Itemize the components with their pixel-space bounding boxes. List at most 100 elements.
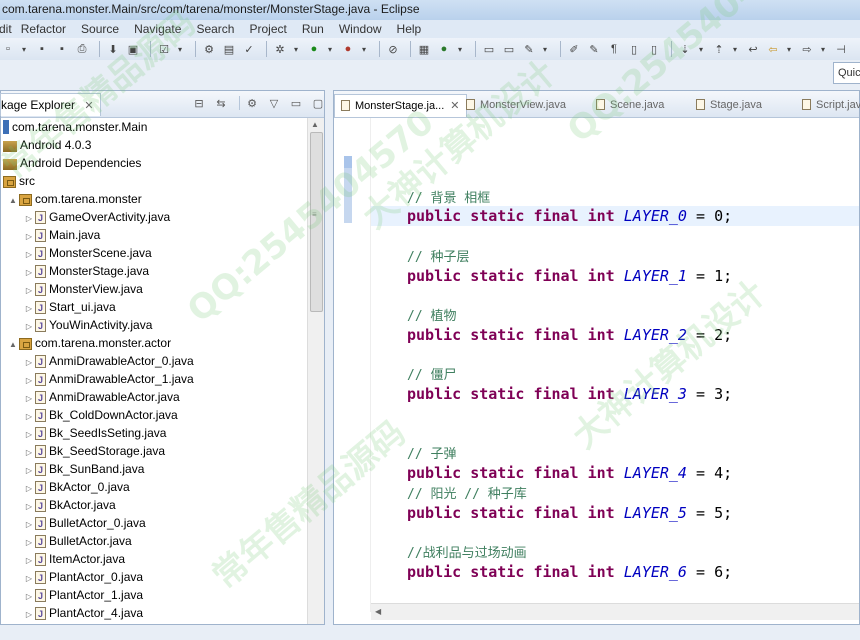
debug-dropdown-icon[interactable]: ▾ (292, 41, 300, 57)
menu-item-refactor[interactable]: Refactor (21, 22, 66, 36)
new-class-dropdown-icon[interactable]: ▾ (456, 41, 464, 57)
tree-item[interactable]: ▷MonsterView.java (23, 280, 143, 299)
skip-breakpoints-icon[interactable]: ⊘ (385, 41, 401, 57)
menu-item-navigate[interactable]: Navigate (134, 22, 181, 36)
tree-item[interactable]: ▷Bk_ColdDownActor.java (23, 406, 178, 425)
tree-item[interactable]: com.tarena.monster.Main (3, 118, 147, 136)
expanded-twisty-icon[interactable]: ▲ (7, 336, 19, 354)
tree-item[interactable]: ▷AnmiDrawableActor.java (23, 388, 180, 407)
tree-item[interactable]: ▷PlantActor_0.java (23, 568, 143, 587)
focus-icon[interactable]: ⚙ (244, 96, 260, 110)
new-class-icon[interactable]: ● (436, 41, 452, 57)
editor-tab[interactable]: MonsterStage.ja... ✕ (334, 94, 467, 117)
link-with-editor-icon[interactable]: ⇆ (213, 96, 229, 110)
minimize-icon[interactable]: ▭ (288, 96, 304, 110)
forward-icon[interactable]: ⇨ (799, 41, 815, 57)
pin-icon[interactable]: ⊣ (833, 41, 849, 57)
package-explorer-scrollbar[interactable]: ▲ ≡ (307, 118, 324, 624)
scrollbar-thumb[interactable] (310, 132, 323, 312)
tree-item[interactable]: ▷BkActor_0.java (23, 478, 130, 497)
code-comment-line[interactable]: // 阳光 // 种子库 (407, 483, 527, 503)
collapsed-twisty-icon[interactable]: ▷ (23, 606, 35, 624)
code-line[interactable]: public static final int LAYER_5 = 5; (407, 503, 732, 523)
code-comment-line[interactable]: // 子弹 (407, 443, 456, 463)
doc-icon[interactable]: ▯ (626, 41, 642, 57)
toggle-block-icon[interactable]: ✎ (586, 41, 602, 57)
save-all-icon[interactable]: ▪ (54, 41, 70, 57)
search-dropdown-icon[interactable]: ▾ (541, 41, 549, 57)
checkbox-dropdown-icon[interactable]: ▾ (176, 41, 184, 57)
menu-item-window[interactable]: Window (339, 22, 382, 36)
tree-item[interactable]: Android Dependencies (3, 154, 141, 172)
run-dropdown-icon[interactable]: ▾ (326, 41, 334, 57)
tree-item[interactable]: src (3, 172, 35, 190)
close-icon[interactable]: ✕ (84, 100, 93, 112)
tree-item[interactable]: ▷BulletActor_0.java (23, 514, 146, 533)
tree-item[interactable]: ▷GameOverActivity.java (23, 208, 170, 227)
menu-item-run[interactable]: Run (302, 22, 324, 36)
lint-icon[interactable]: ✓ (241, 41, 257, 57)
collapse-all-icon[interactable]: ⊟ (191, 96, 207, 110)
code-comment-line[interactable]: //战利品与过场动画 (407, 542, 527, 562)
show-whitespace-icon[interactable]: ¶ (606, 41, 622, 57)
search-icon[interactable]: ✎ (521, 41, 537, 57)
tree-item[interactable]: ▷YouWinActivity.java (23, 316, 152, 335)
next-annotation-dropdown-icon[interactable]: ▾ (697, 41, 705, 57)
tree-item[interactable]: ▷MonsterScene.java (23, 244, 152, 263)
mark-occurrences-icon[interactable]: ✐ (566, 41, 582, 57)
scroll-left-icon[interactable]: ◀ (375, 607, 381, 616)
forward-dropdown-icon[interactable]: ▾ (819, 41, 827, 57)
tree-item[interactable]: ▷Bk_SeedStorage.java (23, 442, 165, 461)
window-icon[interactable]: ▣ (125, 41, 141, 57)
open-task-icon[interactable]: ▭ (501, 41, 517, 57)
download-icon[interactable]: ⬇ (105, 41, 121, 57)
tree-item[interactable]: ▷ItemActor.java (23, 550, 125, 569)
code-comment-line[interactable]: // 僵尸 (407, 364, 456, 384)
code-comment-line[interactable]: // 植物 (407, 305, 456, 325)
print-icon[interactable]: ⎙ (74, 41, 90, 57)
new-package-icon[interactable]: ▦ (416, 41, 432, 57)
editor-tab[interactable]: Script.java (802, 94, 860, 116)
scroll-up-icon[interactable]: ▲ (311, 120, 319, 129)
close-icon[interactable]: ✕ (450, 100, 459, 112)
tree-item[interactable]: ▲ com.tarena.monster.actor (7, 334, 171, 352)
tree-item[interactable]: Android 4.0.3 (3, 136, 91, 154)
next-annotation-icon[interactable]: ⇣ (677, 41, 693, 57)
open-type-icon[interactable]: ▭ (481, 41, 497, 57)
save-icon[interactable]: ▪ (34, 41, 50, 57)
external-tools-icon[interactable]: ● (340, 41, 356, 57)
tree-item[interactable]: ▷AnmiDrawableActor_0.java (23, 352, 194, 371)
code-line[interactable]: public static final int LAYER_3 = 3; (407, 384, 732, 404)
tree-item[interactable]: ▷Start_ui.java (23, 298, 116, 317)
tree-item[interactable]: ▷BkActor.java (23, 496, 116, 515)
code-line[interactable]: public static final int LAYER_2 = 2; (407, 325, 732, 345)
external-tools-dropdown-icon[interactable]: ▾ (360, 41, 368, 57)
view-menu-icon[interactable]: ▽ (266, 96, 282, 110)
tree-item[interactable]: ▷Bk_SunBand.java (23, 460, 144, 479)
sdk-manager-icon[interactable]: ⚙ (201, 41, 217, 57)
editor-tab[interactable]: MonsterView.java (466, 94, 566, 116)
menu-item-source[interactable]: Source (81, 22, 119, 36)
checkbox-icon[interactable]: ☑ (156, 41, 172, 57)
tree-item[interactable]: ▷AnmiDrawableActor_1.java (23, 370, 194, 389)
tree-item[interactable]: ▷MonsterStage.java (23, 262, 149, 281)
tree-item[interactable]: ▷ PlantActor_4.java (23, 604, 143, 624)
tree-item[interactable]: ▷Main.java (23, 226, 100, 245)
quick-access-field[interactable]: Quic (833, 62, 860, 84)
code-line[interactable]: public static final int LAYER_0 = 0; (371, 206, 859, 227)
back-dropdown-icon[interactable]: ▾ (785, 41, 793, 57)
tree-item[interactable]: ▷PlantActor_1.java (23, 586, 143, 605)
menu-item-search[interactable]: Search (196, 22, 234, 36)
editor-horizontal-scrollbar[interactable]: ◀ (371, 603, 859, 620)
menu-item-dit[interactable]: dit (0, 22, 12, 36)
back-icon[interactable]: ⇦ (765, 41, 781, 57)
code-comment-line[interactable]: // 种子层 (407, 246, 469, 266)
avd-manager-icon[interactable]: ▤ (221, 41, 237, 57)
code-comment-line[interactable]: // 背景 相框 (407, 187, 490, 207)
code-line[interactable]: public static final int LAYER_1 = 1; (407, 266, 732, 286)
tree-item[interactable]: ▷BulletActor.java (23, 532, 132, 551)
tab-package-explorer[interactable]: kage Explorer ✕ (0, 93, 101, 116)
code-line[interactable]: public static final int LAYER_4 = 4; (407, 463, 732, 483)
new-dropdown-icon[interactable]: ▾ (20, 41, 28, 57)
editor-tab[interactable]: Scene.java (596, 94, 664, 116)
